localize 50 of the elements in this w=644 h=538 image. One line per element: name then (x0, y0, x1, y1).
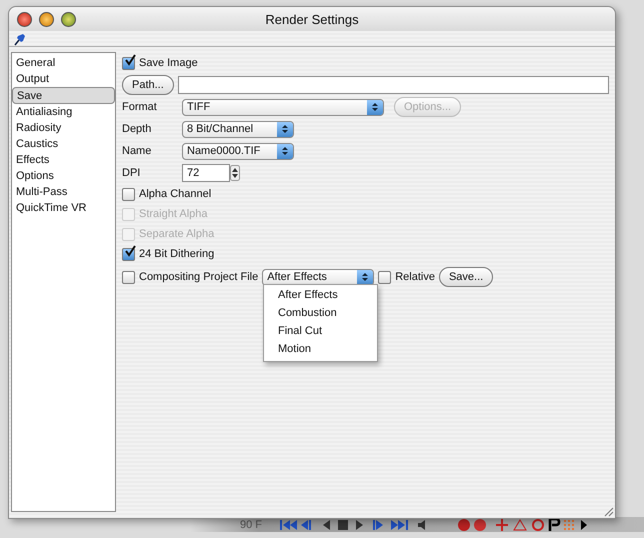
sidebar-item[interactable]: General (12, 55, 115, 71)
up-down-arrows-icon (361, 272, 370, 282)
menu-item[interactable]: Final Cut (264, 322, 377, 340)
pin-icon[interactable] (13, 32, 27, 46)
checkbox[interactable] (122, 56, 135, 70)
format-label: Format (122, 101, 158, 113)
dpi-field[interactable]: 72 (182, 164, 230, 182)
sidebar-item[interactable]: Radiosity (12, 120, 115, 136)
sidebar-item[interactable]: Effects (12, 152, 115, 168)
stepper-icon[interactable] (230, 165, 240, 181)
minimize-button[interactable] (39, 12, 54, 26)
checkbox[interactable] (378, 270, 392, 284)
close-button[interactable] (17, 12, 32, 26)
depth-label: Depth (122, 123, 152, 135)
up-down-arrows-icon (281, 146, 289, 156)
depth-dropdown[interactable]: 8 Bit/Channel (182, 120, 294, 138)
sidebar-item[interactable]: Options (12, 168, 115, 184)
checkbox-label: Save Image (139, 57, 198, 69)
checkbox[interactable] (122, 248, 135, 260)
frame-counter: 90 F (240, 518, 262, 530)
checkbox-label: Alpha Channel (139, 188, 212, 200)
checkbox-label: 24 Bit Dithering (139, 248, 214, 260)
up-down-arrows-icon (281, 124, 289, 134)
zoom-button[interactable] (61, 12, 76, 26)
compositing-dropdown[interactable]: After Effects (262, 268, 374, 286)
sidebar-item[interactable]: Save (12, 87, 115, 104)
sidebar-item[interactable]: Caustics (12, 136, 115, 152)
window-title: Render Settings (265, 12, 359, 26)
resize-grip-icon[interactable] (602, 505, 614, 517)
sidebar-item[interactable]: Multi-Pass (12, 184, 115, 200)
save-button[interactable]: Save... (438, 267, 494, 287)
checkbox-label: Relative (395, 271, 435, 283)
checkbox-label: Compositing Project File (139, 271, 258, 283)
format-dropdown[interactable]: TIFF (182, 98, 384, 116)
sidebar-item[interactable]: Output (12, 71, 115, 87)
menu-item[interactable]: Combustion (264, 304, 377, 322)
checkbox[interactable] (122, 188, 135, 200)
sidebar-item[interactable]: Antialiasing (12, 104, 115, 120)
checkbox-label: Straight Alpha (139, 208, 208, 220)
path-field[interactable] (178, 76, 609, 94)
name-label: Name (122, 145, 152, 157)
up-down-arrows-icon (371, 102, 379, 112)
menu-item[interactable]: After Effects (264, 286, 377, 304)
checkbox[interactable] (122, 270, 135, 284)
checkbox-label: Separate Alpha (139, 228, 214, 240)
name-dropdown[interactable]: Name0000.TIF (182, 142, 294, 160)
sidebar-item[interactable]: QuickTime VR (12, 200, 115, 216)
menu-item[interactable]: Motion (264, 340, 377, 358)
path-button[interactable]: Path... (122, 75, 174, 95)
dpi-label: DPI (122, 167, 142, 179)
